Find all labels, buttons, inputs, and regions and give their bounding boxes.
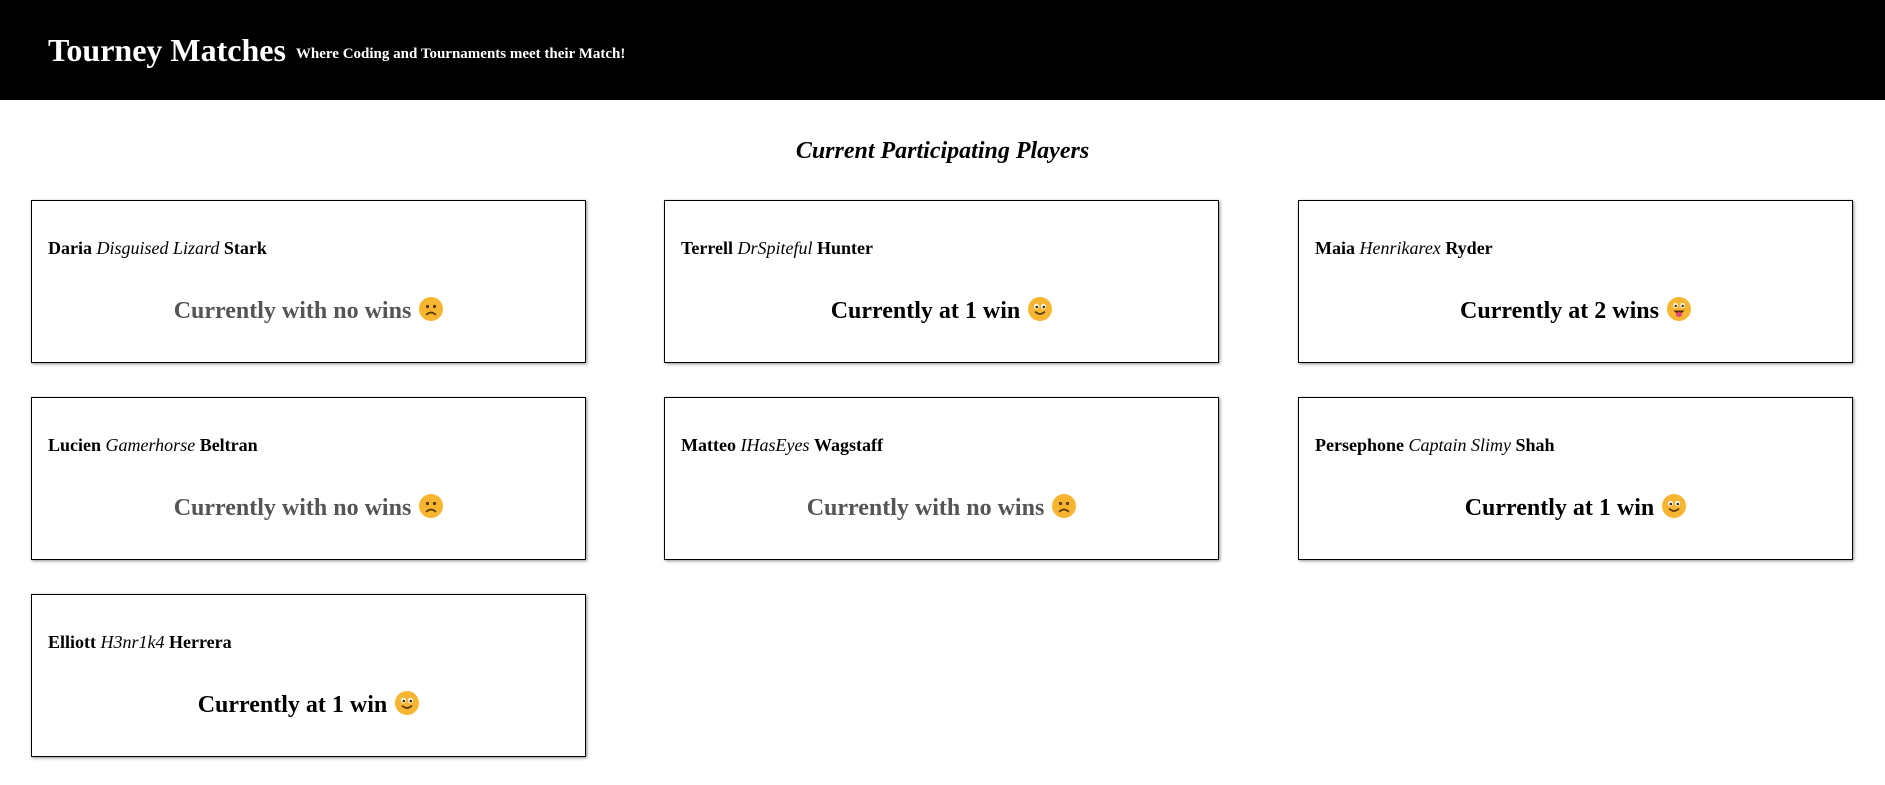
player-wins: Currently with no wins xyxy=(665,494,1218,522)
player-card: Maia Henrikarex Ryder Currently at 2 win… xyxy=(1298,200,1853,363)
player-last-name: Herrera xyxy=(169,632,232,652)
player-last-name: Ryder xyxy=(1445,238,1493,258)
player-first-name: Matteo xyxy=(681,435,736,455)
site-title: Tourney Matches xyxy=(48,31,286,68)
player-wins: Currently at 1 win xyxy=(32,691,585,719)
section-title: Current Participating Players xyxy=(795,138,1090,164)
player-first-name: Elliott xyxy=(48,632,96,652)
player-name: Elliott H3nr1k4 Herrera xyxy=(48,632,232,653)
player-last-name: Beltran xyxy=(199,435,258,455)
player-first-name: Maia xyxy=(1315,238,1355,258)
player-nickname: H3nr1k4 xyxy=(100,632,165,652)
player-nickname: Gamerhorse xyxy=(105,435,196,455)
wins-text: Currently with no wins xyxy=(806,495,1045,521)
player-first-name: Lucien xyxy=(48,435,102,455)
player-card: Matteo IHasEyes Wagstaff Currently with … xyxy=(664,397,1219,560)
player-wins: Currently at 2 wins xyxy=(1299,297,1852,325)
wins-text: Currently at 1 win xyxy=(1464,495,1655,521)
frowning-face-icon xyxy=(419,297,444,321)
wins-text: Currently at 2 wins xyxy=(1460,298,1659,324)
wins-text: Currently at 1 win xyxy=(830,298,1021,324)
player-nickname: IHasEyes xyxy=(740,435,810,455)
smiling-face-icon xyxy=(1662,494,1687,518)
player-nickname: Captain Slimy xyxy=(1408,435,1512,455)
player-card: Lucien Gamerhorse Beltran Currently with… xyxy=(31,397,586,560)
frowning-face-icon xyxy=(419,494,444,518)
wins-text: Currently at 1 win xyxy=(197,692,388,718)
player-wins: Currently with no wins xyxy=(32,297,585,325)
player-first-name: Daria xyxy=(48,238,92,258)
player-name: Daria Disguised Lizard Stark xyxy=(48,238,267,259)
smiling-face-icon xyxy=(1028,297,1053,321)
player-wins: Currently with no wins xyxy=(32,494,585,522)
player-first-name: Terrell xyxy=(681,238,733,258)
player-first-name: Persephone xyxy=(1315,435,1404,455)
player-name: Matteo IHasEyes Wagstaff xyxy=(681,435,883,456)
player-nickname: Disguised Lizard xyxy=(96,238,220,258)
player-name: Lucien Gamerhorse Beltran xyxy=(48,435,258,456)
player-name: Terrell DrSpiteful Hunter xyxy=(681,238,873,259)
player-nickname: DrSpiteful xyxy=(737,238,813,258)
wins-text: Currently with no wins xyxy=(173,495,412,521)
player-card: Terrell DrSpiteful Hunter Currently at 1… xyxy=(664,200,1219,363)
player-card: Persephone Captain Slimy Shah Currently … xyxy=(1298,397,1853,560)
player-last-name: Hunter xyxy=(817,238,873,258)
player-card: Elliott H3nr1k4 Herrera Currently at 1 w… xyxy=(31,594,586,757)
player-last-name: Stark xyxy=(223,238,267,258)
site-tagline: Where Coding and Tournaments meet their … xyxy=(295,45,626,62)
player-name: Persephone Captain Slimy Shah xyxy=(1315,435,1555,456)
player-wins: Currently at 1 win xyxy=(665,297,1218,325)
tongue-out-face-icon xyxy=(1666,297,1691,321)
player-wins: Currently at 1 win xyxy=(1299,494,1852,522)
player-last-name: Wagstaff xyxy=(813,435,883,455)
player-nickname: Henrikarex xyxy=(1359,238,1441,258)
player-card: Daria Disguised Lizard Stark Currently w… xyxy=(31,200,586,363)
player-last-name: Shah xyxy=(1515,435,1555,455)
wins-text: Currently with no wins xyxy=(173,298,412,324)
frowning-face-icon xyxy=(1052,494,1077,518)
smiling-face-icon xyxy=(395,691,420,715)
player-name: Maia Henrikarex Ryder xyxy=(1315,238,1493,259)
site-header: Tourney Matches Where Coding and Tournam… xyxy=(0,0,1885,100)
